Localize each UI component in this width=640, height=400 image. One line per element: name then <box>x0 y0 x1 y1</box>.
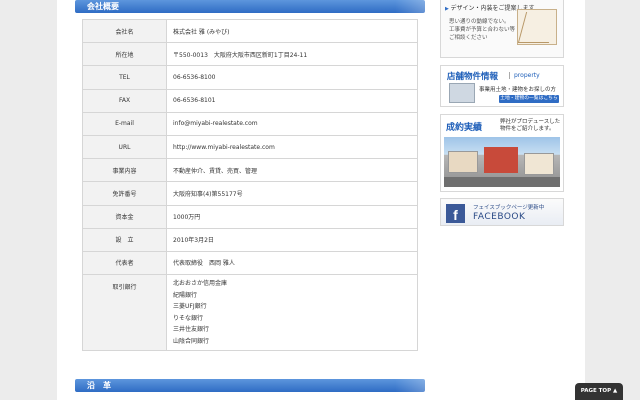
row-label: E-mail <box>82 111 167 136</box>
banner-title: 成約実績 <box>446 123 483 133</box>
banner-desc: 弊社がプロデュースした 物件をご紹介します。 <box>500 119 560 133</box>
table-row: 資本金 1000万円 <box>82 204 418 229</box>
storefront-photo <box>444 137 560 187</box>
table-row: 事業内容 不動産仲介、賃貸、売買、管理 <box>82 158 418 183</box>
table-row: 代表者 代表取締役 西岡 雅人 <box>82 250 418 276</box>
section-title: 会社概要 <box>87 2 119 11</box>
table-row: 所在地 〒550-0013 大阪府大阪市西区新町1丁目24-11 <box>82 42 418 67</box>
page-top-button[interactable]: PAGE TOP ▲ <box>575 383 623 400</box>
house-icon <box>449 83 475 103</box>
row-value: 06-6536-8101 <box>166 88 418 113</box>
row-value: 2010年3月2日 <box>166 227 418 252</box>
banner-desc-line: 弊社がプロデュースした <box>500 119 561 125</box>
row-value: 株式会社 雅 (みやび) <box>166 18 418 44</box>
banner-title: 店舗物件情報 <box>447 72 499 82</box>
property-list-link[interactable]: 土地・建物の一覧はこちら <box>499 95 559 103</box>
row-label: 会社名 <box>82 18 167 44</box>
table-row: 設 立 2010年3月2日 <box>82 227 418 252</box>
row-label: 代表者 <box>82 250 167 276</box>
row-label: 所在地 <box>82 42 167 67</box>
list-item: 三菱UFJ銀行 <box>173 303 207 311</box>
table-row: 免許番号 大阪府知事(4)第55177号 <box>82 181 418 206</box>
company-info-table: 会社名 株式会社 雅 (みやび) 所在地 〒550-0013 大阪府大阪市西区新… <box>82 18 418 352</box>
store-property-banner[interactable]: 店舗物件情報 property 事業用土地・建物をお探しの方 土地・建物の一覧は… <box>440 65 564 107</box>
table-row: TEL 06-6536-8100 <box>82 65 418 90</box>
section-header-history: 沿 革 <box>75 379 425 392</box>
row-label: TEL <box>82 65 167 90</box>
table-row-banks: 取引銀行 北おおさか信用金庫 紀陽銀行 三菱UFJ銀行 りそな銀行 三井住友銀行… <box>82 274 418 352</box>
table-row: 会社名 株式会社 雅 (みやび) <box>82 18 418 44</box>
row-value: 大阪府知事(4)第55177号 <box>166 181 418 206</box>
section-header-company: 会社概要 <box>75 0 425 13</box>
floorplan-illustration <box>517 9 557 45</box>
row-label: 免許番号 <box>82 181 167 206</box>
row-value: 1000万円 <box>166 204 418 229</box>
banner-desc: フェイスブックページ更新中 <box>473 205 545 211</box>
banner-text: 工事費が予算と合わない等 <box>449 27 516 33</box>
row-label: FAX <box>82 88 167 113</box>
banner-desc-line: 物件をご紹介します。 <box>500 126 555 132</box>
row-label: 取引銀行 <box>82 274 167 352</box>
email-link[interactable]: info@miyabi-realestate.com <box>166 111 418 136</box>
row-value: 代表取締役 西岡 雅人 <box>166 250 418 276</box>
table-row: FAX 06-6536-8101 <box>82 88 418 113</box>
banner-subtitle: property <box>509 72 540 79</box>
facebook-banner[interactable]: f フェイスブックページ更新中 FACEBOOK <box>440 198 564 226</box>
row-label: 資本金 <box>82 204 167 229</box>
row-value: 不動産仲介、賃貸、売買、管理 <box>166 158 418 183</box>
banner-title: FACEBOOK <box>473 212 526 222</box>
table-row: E-mail info@miyabi-realestate.com <box>82 111 418 136</box>
row-label: URL <box>82 134 167 160</box>
banner-text: 思い通りの動線でない。 <box>449 19 510 25</box>
list-item: 紀陽銀行 <box>173 291 198 299</box>
list-item: 山陰合同銀行 <box>173 338 210 346</box>
banner-text: ご相談ください <box>449 35 488 41</box>
row-value: 06-6536-8100 <box>166 65 418 90</box>
design-proposal-banner[interactable]: デザイン・内装をご提案します 思い通りの動線でない。 工事費が予算と合わない等 … <box>440 0 564 58</box>
url-link[interactable]: http://www.miyabi-realestate.com <box>166 134 418 160</box>
list-item: 三井住友銀行 <box>173 326 210 334</box>
row-label: 設 立 <box>82 227 167 252</box>
row-label: 事業内容 <box>82 158 167 183</box>
row-value: 〒550-0013 大阪府大阪市西区新町1丁目24-11 <box>166 42 418 67</box>
list-item: 北おおさか信用金庫 <box>173 280 228 288</box>
section-title: 沿 革 <box>87 381 111 390</box>
table-row: URL http://www.miyabi-realestate.com <box>82 134 418 160</box>
bank-list: 北おおさか信用金庫 紀陽銀行 三菱UFJ銀行 りそな銀行 三井住友銀行 山陰合同… <box>166 274 418 352</box>
list-item: りそな銀行 <box>173 314 204 322</box>
banner-desc: 事業用土地・建物をお探しの方 <box>479 87 557 93</box>
facebook-icon: f <box>446 204 465 223</box>
results-banner[interactable]: 成約実績 弊社がプロデュースした 物件をご紹介します。 <box>440 114 564 192</box>
